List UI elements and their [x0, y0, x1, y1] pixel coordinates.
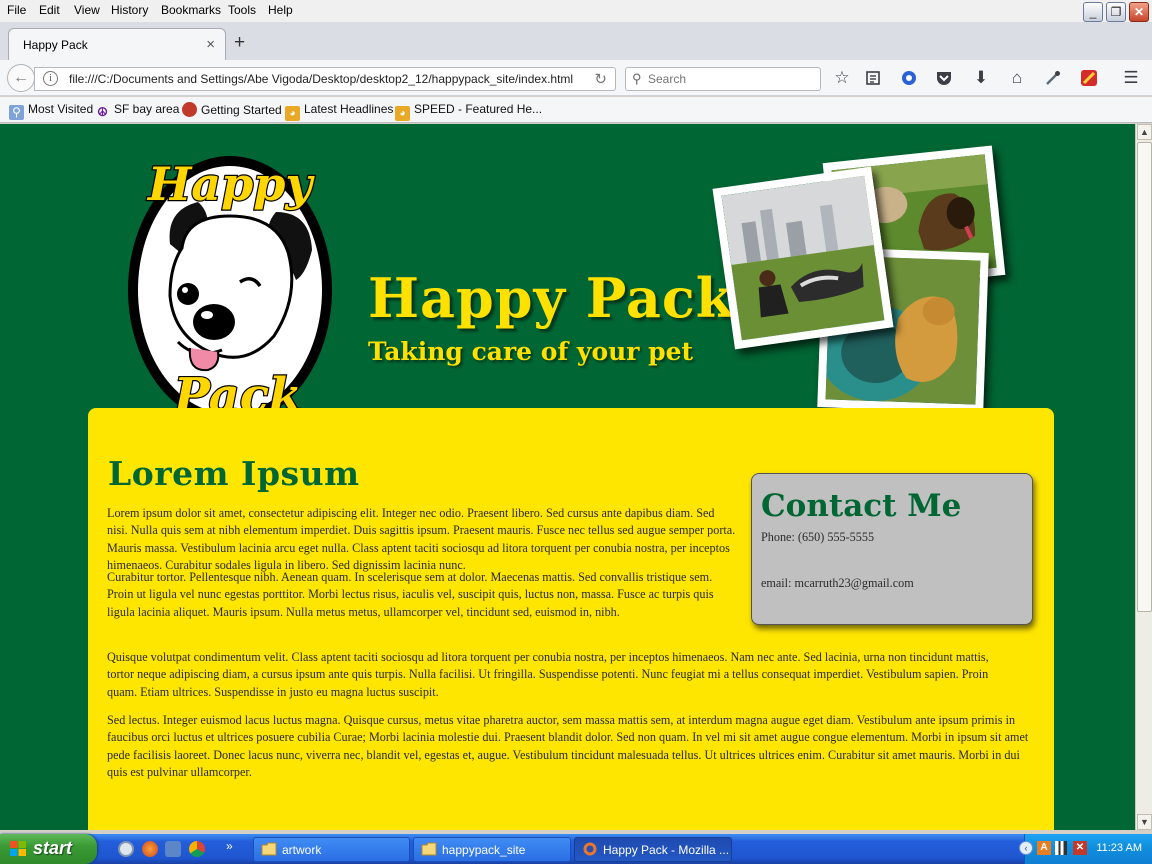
- photo-woman-with-dog: [712, 166, 894, 350]
- logo-text-happy: Happy: [146, 157, 316, 211]
- menu-bookmarks[interactable]: Bookmarks: [161, 3, 221, 17]
- bookmark-most-visited[interactable]: ⚲ Most Visited: [9, 102, 93, 120]
- peace-icon: ☮: [97, 105, 108, 119]
- firefox-icon: [182, 102, 197, 117]
- quicklaunch-desktop-icon[interactable]: [118, 841, 134, 857]
- back-button[interactable]: ←: [7, 64, 35, 92]
- bookmark-label: Getting Started: [201, 103, 282, 117]
- search-input[interactable]: [648, 71, 813, 87]
- scroll-thumb[interactable]: [1137, 142, 1152, 612]
- task-artwork[interactable]: artwork: [253, 837, 410, 862]
- scroll-down-icon[interactable]: ▼: [1137, 814, 1152, 830]
- bookmark-label: SPEED - Featured He...: [414, 102, 543, 116]
- task-happypack-site[interactable]: happypack_site: [413, 837, 571, 862]
- url-bar[interactable]: i file:///C:/Documents and Settings/Abe …: [34, 67, 616, 91]
- clock: 11:23 AM: [1096, 842, 1142, 854]
- search-icon: ⚲: [632, 71, 642, 86]
- menu-history[interactable]: History: [111, 3, 148, 17]
- bookmarks-list-icon[interactable]: [862, 67, 884, 89]
- downloads-icon[interactable]: ⬇: [970, 67, 992, 89]
- tray-expand-icon[interactable]: ‹: [1019, 841, 1033, 855]
- tray-volume-icon[interactable]: [1055, 841, 1067, 855]
- paragraph-2: Curabitur tortor. Pellentesque nibh. Aen…: [107, 570, 714, 619]
- paragraph-4: Sed lectus. Integer euismod lacus luctus…: [107, 713, 1029, 779]
- menu-edit[interactable]: Edit: [39, 3, 60, 17]
- minimize-button[interactable]: _: [1083, 2, 1103, 22]
- bookmark-label: SF bay area: [114, 102, 180, 116]
- tab-happy-pack[interactable]: Happy Pack ×: [8, 28, 226, 60]
- bookmark-getting-started[interactable]: Getting Started: [182, 102, 282, 117]
- menu-view[interactable]: View: [74, 3, 100, 17]
- navigation-bar: i file:///C:/Documents and Settings/Abe …: [0, 60, 1152, 96]
- close-tab-icon[interactable]: ×: [206, 36, 215, 53]
- task-label: artwork: [282, 843, 322, 857]
- paragraph-1: Lorem ipsum dolor sit amet, consectetur …: [107, 506, 736, 572]
- new-tab-icon[interactable]: +: [234, 32, 245, 54]
- menu-bar: File Edit View History Bookmarks Tools H…: [0, 0, 1152, 22]
- tray-app-icon[interactable]: A: [1037, 841, 1051, 855]
- site-tagline: Taking care of your pet: [368, 337, 694, 366]
- url-text[interactable]: file:///C:/Documents and Settings/Abe Vi…: [69, 72, 573, 86]
- site-info-icon[interactable]: i: [43, 71, 58, 86]
- bookmark-label: Most Visited: [28, 102, 94, 116]
- bookmark-sf-bay-area[interactable]: ☮ SF bay area: [95, 102, 179, 120]
- quicklaunch-chrome-icon[interactable]: [189, 841, 205, 857]
- home-icon[interactable]: ⌂: [1006, 67, 1028, 89]
- menu-help[interactable]: Help: [268, 3, 293, 17]
- tab-title: Happy Pack: [23, 38, 88, 52]
- vertical-scrollbar[interactable]: ▲ ▼: [1135, 124, 1152, 830]
- windows-flag-icon: [10, 841, 26, 856]
- rss-feed-icon: ◕: [285, 106, 300, 121]
- start-label: start: [33, 838, 73, 858]
- task-label: Happy Pack - Mozilla ...: [603, 843, 730, 857]
- system-tray: ‹ A ✕ 11:23 AM: [1019, 834, 1152, 864]
- quicklaunch-overflow-icon[interactable]: »: [226, 839, 233, 853]
- folder-icon: [261, 842, 277, 856]
- restore-button[interactable]: ❐: [1106, 2, 1126, 22]
- page-viewport: Happy Pack Happy Pack Taking care of you…: [0, 124, 1135, 830]
- eyedropper-icon[interactable]: [1042, 67, 1064, 89]
- menu-file[interactable]: File: [7, 3, 26, 17]
- start-button[interactable]: start: [0, 834, 97, 864]
- menu-tools[interactable]: Tools: [228, 3, 256, 17]
- firefox-icon: [583, 842, 597, 856]
- tab-strip: Happy Pack × +: [0, 22, 1152, 60]
- menu-hamburger-icon[interactable]: ☰: [1120, 67, 1142, 89]
- quicklaunch-app-icon[interactable]: [165, 841, 181, 857]
- contact-box: Contact Me Phone: (650) 555-5555 email: …: [751, 473, 1033, 625]
- bookmarks-toolbar: ⚲ Most Visited ☮ SF bay area Getting Start…: [0, 97, 1152, 123]
- contact-email[interactable]: email: mcarruth23@gmail.com: [761, 576, 914, 591]
- most-visited-icon: ⚲: [9, 105, 24, 120]
- bookmark-label: Latest Headlines: [304, 102, 394, 116]
- reload-icon[interactable]: ↻: [594, 70, 607, 88]
- scroll-up-icon[interactable]: ▲: [1137, 124, 1152, 140]
- pocket-icon[interactable]: [933, 67, 955, 89]
- contact-heading: Contact Me: [761, 488, 962, 524]
- folder-icon: [421, 842, 437, 856]
- search-bar[interactable]: ⚲: [625, 67, 821, 91]
- windows-taskbar: start » artwork happypack_site Happy Pac…: [0, 834, 1152, 864]
- task-happy-pack-firefox[interactable]: Happy Pack - Mozilla ...: [574, 837, 732, 862]
- quicklaunch-firefox-icon[interactable]: [142, 841, 158, 857]
- rss-feed-icon: ◕: [395, 106, 410, 121]
- happy-pack-logo: Happy Pack: [126, 146, 346, 428]
- paragraph-3: Quisque volutpat condimentum velit. Clas…: [107, 650, 989, 699]
- task-label: happypack_site: [442, 843, 526, 857]
- sync-icon[interactable]: [898, 67, 920, 89]
- main-content: Lorem Ipsum Lorem ipsum dolor sit amet, …: [88, 408, 1054, 830]
- content-heading: Lorem Ipsum: [108, 454, 360, 493]
- bookmark-latest-headlines[interactable]: ◕ Latest Headlines: [285, 102, 393, 121]
- contact-phone: Phone: (650) 555-5555: [761, 530, 875, 544]
- site-title: Happy Pack: [368, 266, 735, 330]
- bookmark-speed[interactable]: ◕ SPEED - Featured He...: [395, 102, 542, 121]
- tray-alert-icon[interactable]: ✕: [1073, 841, 1087, 855]
- addon-icon[interactable]: [1078, 67, 1100, 89]
- bookmark-star-icon[interactable]: ☆: [831, 67, 853, 89]
- close-window-button[interactable]: ✕: [1129, 2, 1149, 22]
